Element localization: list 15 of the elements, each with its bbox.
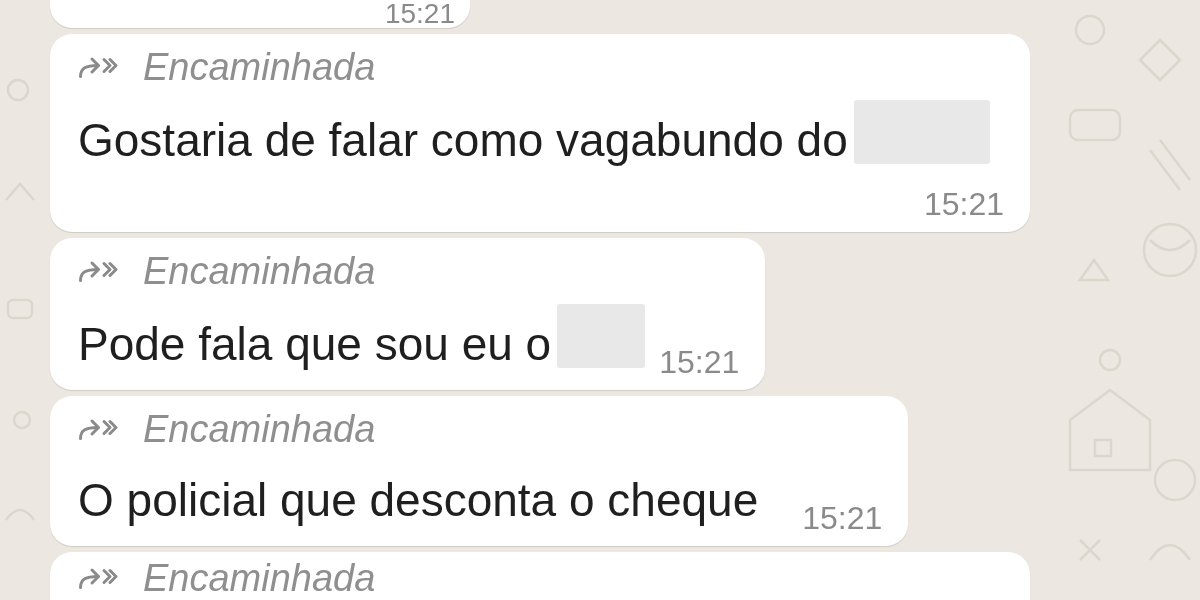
forwarded-label: Encaminhada <box>143 47 376 87</box>
message-text: O policial que desconta o cheque <box>78 474 759 526</box>
forward-icon <box>78 260 118 282</box>
forwarded-label: Encaminhada <box>143 558 376 598</box>
message-time: 15:21 <box>923 187 1004 221</box>
forward-icon <box>78 567 118 589</box>
message-time: 15:21 <box>802 501 883 535</box>
message-time: 15:21 <box>384 1 455 27</box>
forwarded-label: Encaminhada <box>143 409 376 449</box>
message-text: Pode fala que sou eu o <box>78 318 552 370</box>
forward-icon <box>78 56 118 78</box>
message-time: 15:21 <box>659 345 740 379</box>
message-text: Gostaria de falar como vagabundo do <box>78 114 848 166</box>
forward-icon <box>78 418 118 440</box>
forwarded-label: Encaminhada <box>143 251 376 291</box>
